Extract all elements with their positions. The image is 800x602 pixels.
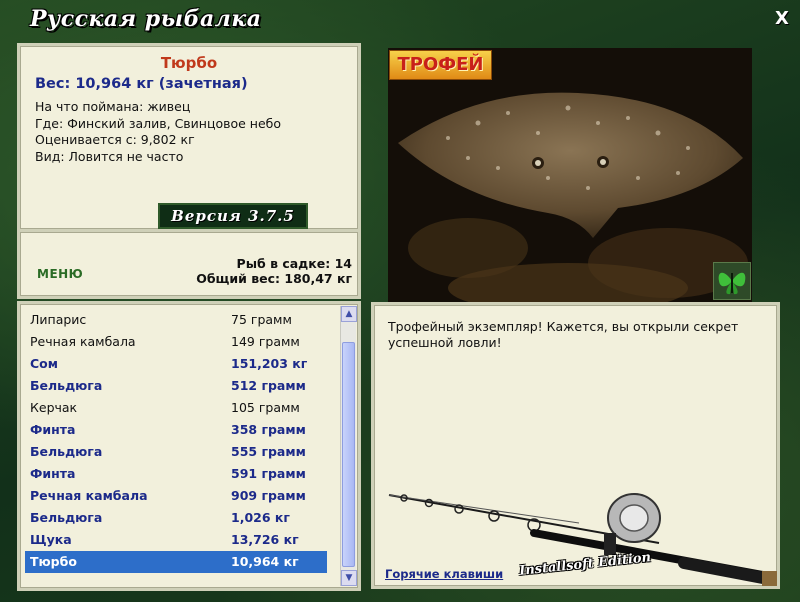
catch-list-row[interactable]: Тюрбо 10,964 кг bbox=[25, 551, 327, 573]
fish-name: Тюрбо bbox=[160, 54, 218, 72]
catch-list: Липарис 75 грамм Речная камбала 149 грамм Со… bbox=[25, 309, 327, 573]
turbot-illustration bbox=[388, 48, 752, 302]
catch-list-row[interactable]: Липарис 75 грамм bbox=[25, 309, 327, 331]
catch-list-row[interactable]: Бельдюга 555 грамм bbox=[25, 441, 327, 463]
fish-count: Рыб в садке: 14 bbox=[236, 256, 352, 271]
close-button[interactable]: X bbox=[770, 8, 794, 30]
catch-fish-weight: 13,726 кг bbox=[231, 532, 299, 547]
trophy-description: Трофейный экземпляр! Кажется, вы открыли… bbox=[388, 319, 739, 350]
catch-list-row[interactable]: Финта 591 грамм bbox=[25, 463, 327, 485]
catch-fish-weight: 105 грамм bbox=[231, 400, 300, 415]
catch-fish-weight: 512 грамм bbox=[231, 378, 306, 393]
catch-fish-name: Финта bbox=[30, 466, 76, 481]
version-badge: Версия 3.7.5 bbox=[158, 203, 308, 229]
catch-fish-name: Щука bbox=[30, 532, 72, 547]
scroll-thumb[interactable] bbox=[342, 342, 355, 567]
catch-stats: Рыб в садке: 14 Общий вес: 180,47 кг bbox=[196, 256, 352, 286]
scroll-down-arrow-icon[interactable]: ▼ bbox=[341, 570, 357, 586]
catch-fish-weight: 591 грамм bbox=[231, 466, 306, 481]
rarity-line: Вид: Ловится не часто bbox=[35, 148, 184, 164]
location-line: Где: Финский залив, Свинцовое небо bbox=[35, 115, 282, 131]
catch-list-row[interactable]: Речная камбала 149 грамм bbox=[25, 331, 327, 353]
list-scrollbar[interactable]: ▲ ▼ bbox=[340, 306, 357, 586]
butterfly-icon[interactable] bbox=[713, 262, 751, 300]
catch-fish-weight: 358 грамм bbox=[231, 422, 306, 437]
fish-photo bbox=[388, 48, 752, 302]
catch-list-row[interactable]: Керчак 105 грамм bbox=[25, 397, 327, 419]
catch-list-row[interactable]: Речная камбала 909 грамм bbox=[25, 485, 327, 507]
catch-list-row[interactable]: Сом 151,203 кг bbox=[25, 353, 327, 375]
menu-button[interactable]: МЕНЮ bbox=[37, 267, 83, 281]
valuation-line: Оценивается с: 9,802 кг bbox=[35, 132, 195, 147]
catch-fish-name: Керчак bbox=[30, 400, 78, 415]
catch-fish-name: Финта bbox=[30, 422, 76, 437]
fish-details: На что поймана: живец Где: Финский залив… bbox=[35, 99, 281, 165]
catch-fish-weight: 151,203 кг bbox=[231, 356, 308, 371]
description-panel: Трофейный экземпляр! Кажется, вы открыли… bbox=[371, 302, 780, 589]
catch-list-row[interactable]: Финта 358 грамм bbox=[25, 419, 327, 441]
catch-fish-weight: 1,026 кг bbox=[231, 510, 290, 525]
trophy-badge: ТРОФЕЙ bbox=[389, 50, 492, 80]
catch-fish-name: Речная камбала bbox=[30, 334, 136, 349]
catch-fish-name: Бельдюга bbox=[30, 378, 103, 393]
catch-fish-name: Липарис bbox=[30, 312, 87, 327]
catch-fish-name: Речная камбала bbox=[30, 488, 148, 503]
catch-fish-weight: 909 грамм bbox=[231, 488, 306, 503]
catch-fish-name: Сом bbox=[30, 356, 58, 371]
scroll-up-arrow-icon[interactable]: ▲ bbox=[341, 306, 357, 322]
catch-fish-name: Бельдюга bbox=[30, 510, 103, 525]
app-title: Русская рыбалка bbox=[30, 6, 262, 32]
catch-list-row[interactable]: Бельдюга 1,026 кг bbox=[25, 507, 327, 529]
fish-weight: Вес: 10,964 кг (зачетная) bbox=[35, 76, 248, 92]
catch-fish-name: Бельдюга bbox=[30, 444, 103, 459]
menu-panel: МЕНЮ Рыб в садке: 14 Общий вес: 180,47 к… bbox=[17, 229, 361, 299]
catch-list-row[interactable]: Щука 13,726 кг bbox=[25, 529, 327, 551]
catch-fish-weight: 555 грамм bbox=[231, 444, 306, 459]
catch-fish-weight: 10,964 кг bbox=[231, 554, 299, 569]
catch-fish-name: Тюрбо bbox=[30, 554, 77, 569]
catch-list-panel: Липарис 75 грамм Речная камбала 149 грамм Со… bbox=[17, 301, 361, 591]
catch-fish-weight: 75 грамм bbox=[231, 312, 292, 327]
bait-line: На что поймана: живец bbox=[35, 99, 191, 114]
total-weight: Общий вес: 180,47 кг bbox=[196, 271, 352, 286]
hotkeys-link[interactable]: Горячие клавиши bbox=[385, 567, 503, 581]
catch-fish-weight: 149 грамм bbox=[231, 334, 300, 349]
catch-list-row[interactable]: Бельдюга 512 грамм bbox=[25, 375, 327, 397]
